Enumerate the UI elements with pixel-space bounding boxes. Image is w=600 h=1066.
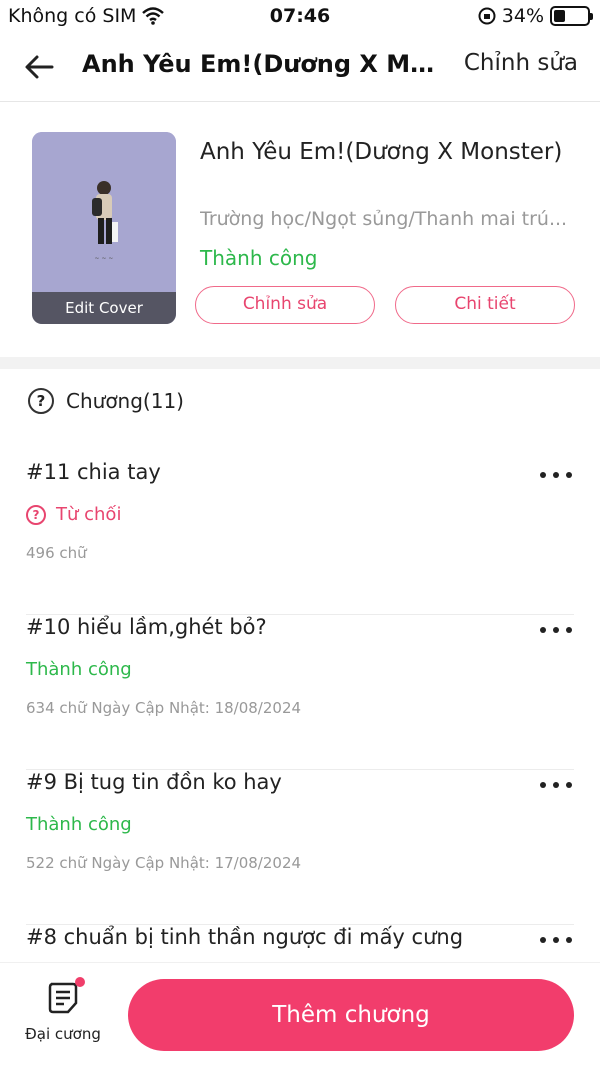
outline-icon-wrap [47, 977, 85, 1015]
chapter-status: ? Từ chối [26, 504, 121, 525]
chapter-status-label: Thành công [26, 814, 132, 835]
chapter-title: #11 chia tay [26, 460, 161, 484]
book-detail-button[interactable]: Chi tiết [395, 286, 575, 324]
chapter-row[interactable]: #9 Bị tug tin đồn ko hay Thành công 522 … [0, 770, 600, 925]
edit-book-button[interactable]: Chỉnh sửa [195, 286, 375, 324]
book-info-section: ~ ~ ~ Edit Cover Anh Yêu Em!(Dương X Mon… [0, 102, 600, 357]
edit-story-button[interactable]: Chỉnh sửa [464, 50, 578, 76]
svg-text:~ ~ ~: ~ ~ ~ [95, 255, 114, 262]
chapter-meta: 496 chữ [26, 544, 87, 562]
more-options-icon[interactable] [536, 619, 576, 639]
chapters-count-label: Chương(11) [66, 389, 184, 413]
chapter-status-label: Từ chối [56, 504, 122, 525]
book-cover[interactable]: ~ ~ ~ Edit Cover [32, 132, 176, 324]
page-title: Anh Yêu Em!(Dương X Mo... [82, 50, 442, 78]
status-right-group: 34% [478, 5, 593, 27]
chapter-status: Thành công [26, 659, 132, 680]
edit-cover-label: Edit Cover [32, 292, 176, 324]
chapter-title: #9 Bị tug tin đồn ko hay [26, 770, 282, 794]
rejected-icon: ? [26, 504, 46, 525]
orientation-lock-icon [478, 7, 496, 25]
chapter-meta: 634 chữ Ngày Cập Nhật: 18/08/2024 [26, 699, 302, 717]
chapter-status: Thành công [26, 814, 132, 835]
add-chapter-button[interactable]: Thêm chương [128, 979, 574, 1051]
section-divider [0, 357, 600, 369]
book-status: Thành công [200, 246, 318, 270]
battery-icon [550, 6, 593, 26]
notification-dot [75, 977, 85, 987]
outline-button[interactable]: Đại cương [20, 977, 106, 1043]
more-options-icon[interactable] [536, 774, 576, 794]
bottom-bar: Đại cương Thêm chương [0, 962, 600, 1066]
battery-percent: 34% [501, 5, 544, 27]
book-title: Anh Yêu Em!(Dương X Monster) [200, 139, 563, 165]
chapter-row[interactable]: #8 chuẩn bị tinh thần ngược đi mấy cưng [0, 925, 600, 962]
more-options-icon[interactable] [536, 929, 576, 949]
chapter-meta: 522 chữ Ngày Cập Nhật: 17/08/2024 [26, 854, 302, 872]
chapter-status-label: Thành công [26, 659, 132, 680]
more-options-icon[interactable] [536, 464, 576, 484]
chapter-title: #8 chuẩn bị tinh thần ngược đi mấy cưng [26, 925, 464, 949]
help-circle-icon[interactable]: ? [28, 388, 54, 414]
chapter-title: #10 hiểu lầm,ghét bỏ? [26, 615, 267, 639]
status-bar: Không có SIM 07:46 34% [0, 0, 600, 32]
book-genres: Trường học/Ngọt sủng/Thanh mai trú... [200, 208, 568, 230]
outline-label: Đại cương [25, 1025, 101, 1043]
document-icon [48, 982, 78, 1014]
chapters-header: ? Chương(11) [28, 388, 184, 414]
chapter-row[interactable]: #11 chia tay ? Từ chối 496 chữ [0, 460, 600, 615]
battery-fill [554, 10, 565, 22]
chapter-row[interactable]: #10 hiểu lầm,ghét bỏ? Thành công 634 chữ… [0, 615, 600, 770]
back-arrow-icon[interactable] [22, 50, 58, 84]
navigation-bar: Anh Yêu Em!(Dương X Mo... Chỉnh sửa [0, 32, 600, 102]
cover-illustration: ~ ~ ~ [32, 132, 176, 292]
